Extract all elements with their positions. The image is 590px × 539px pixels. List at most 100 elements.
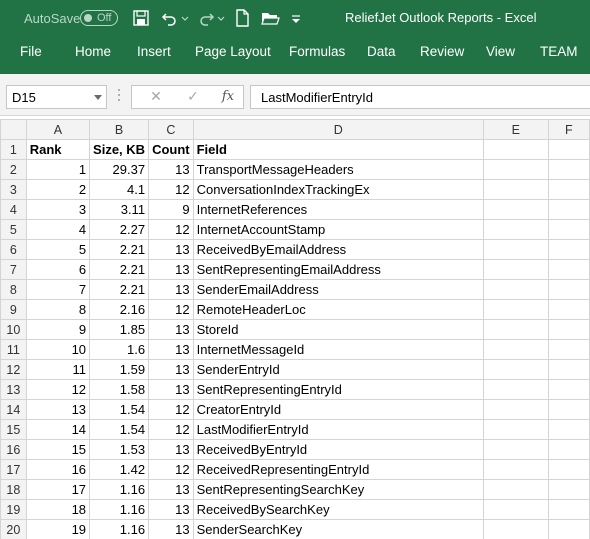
cell-count[interactable]: 13 [148, 519, 194, 539]
cell-empty[interactable] [482, 439, 549, 460]
cell-empty[interactable] [547, 359, 590, 380]
row-header[interactable]: 14 [0, 399, 27, 420]
row-header[interactable]: 7 [0, 259, 27, 280]
cell-empty[interactable] [482, 279, 549, 300]
cell-field[interactable]: ReceivedRepresentingEntryId [192, 459, 484, 480]
cell-size-kb[interactable]: 2.21 [89, 259, 150, 280]
column-header-f[interactable]: F [547, 119, 590, 140]
cell-field[interactable]: TransportMessageHeaders [192, 159, 484, 180]
cell-empty[interactable] [547, 439, 590, 460]
cell-field[interactable]: SentRepresentingEmailAddress [192, 259, 484, 280]
cell-rank[interactable]: 3 [25, 199, 91, 220]
row-header[interactable]: 10 [0, 319, 27, 340]
open-folder-icon[interactable] [260, 8, 280, 28]
cell-empty[interactable] [482, 479, 549, 500]
cell-count[interactable]: 12 [148, 299, 194, 320]
row-header[interactable]: 1 [0, 139, 27, 160]
cell-rank[interactable]: 12 [25, 379, 91, 400]
cell-empty[interactable] [482, 419, 549, 440]
cell-rank[interactable]: 19 [25, 519, 91, 539]
cell-empty[interactable] [547, 279, 590, 300]
cell-field[interactable]: ReceivedBySearchKey [192, 499, 484, 520]
cell-empty[interactable] [547, 339, 590, 360]
cell-size-kb[interactable]: 1.59 [89, 359, 150, 380]
row-header[interactable]: 8 [0, 279, 27, 300]
cell-rank[interactable]: 17 [25, 479, 91, 500]
cell-size-kb[interactable]: 1.16 [89, 519, 150, 539]
cell-rank[interactable]: 7 [25, 279, 91, 300]
splitter-handle[interactable] [118, 89, 121, 104]
row-header[interactable]: 18 [0, 479, 27, 500]
cell-count[interactable]: 9 [148, 199, 194, 220]
cell-field[interactable]: SenderEntryId [192, 359, 484, 380]
cell-rank[interactable]: 16 [25, 459, 91, 480]
cell-empty[interactable] [482, 339, 549, 360]
cell-count[interactable]: 13 [148, 479, 194, 500]
row-header[interactable]: 19 [0, 499, 27, 520]
tab-formulas[interactable]: Formulas [289, 44, 345, 59]
redo-icon[interactable] [196, 8, 216, 28]
cell-empty[interactable] [547, 499, 590, 520]
cell-size-kb[interactable]: 1.42 [89, 459, 150, 480]
cell-count[interactable]: 13 [148, 159, 194, 180]
cell-field[interactable]: ConversationIndexTrackingEx [192, 179, 484, 200]
cell-count[interactable]: 13 [148, 319, 194, 340]
cell-empty[interactable] [547, 299, 590, 320]
cell-rank[interactable]: 9 [25, 319, 91, 340]
cell-size-kb[interactable]: 2.21 [89, 279, 150, 300]
row-header[interactable]: 2 [0, 159, 27, 180]
cell-size-kb[interactable]: 1.58 [89, 379, 150, 400]
insert-function-icon[interactable]: fx [216, 89, 240, 107]
cell-empty[interactable] [482, 519, 549, 539]
cancel-icon[interactable]: ✕ [144, 88, 168, 106]
cell-empty[interactable] [482, 399, 549, 420]
row-header[interactable]: 16 [0, 439, 27, 460]
cell-rank[interactable]: 8 [25, 299, 91, 320]
tab-page-layout[interactable]: Page Layout [195, 44, 271, 59]
tab-review[interactable]: Review [420, 44, 464, 59]
enter-icon[interactable]: ✓ [181, 88, 205, 106]
chevron-down-icon[interactable] [94, 95, 102, 100]
row-header[interactable]: 11 [0, 339, 27, 360]
row-header[interactable]: 20 [0, 519, 27, 539]
cell-field[interactable]: InternetAccountStamp [192, 219, 484, 240]
column-header-c[interactable]: C [148, 119, 194, 140]
cell-count[interactable]: 13 [148, 499, 194, 520]
cell-size-kb[interactable]: 4.1 [89, 179, 150, 200]
cell-field[interactable]: CreatorEntryId [192, 399, 484, 420]
cell-empty[interactable] [482, 139, 549, 160]
cell-rank[interactable]: 2 [25, 179, 91, 200]
formula-input[interactable]: LastModifierEntryId [250, 85, 590, 109]
cell-size-kb[interactable]: 2.27 [89, 219, 150, 240]
cell-rank[interactable]: 14 [25, 419, 91, 440]
autosave-toggle[interactable]: Off [80, 10, 118, 26]
undo-dropdown-icon[interactable] [180, 8, 190, 28]
row-header[interactable]: 17 [0, 459, 27, 480]
cell-empty[interactable] [547, 479, 590, 500]
cell-size-kb[interactable]: 1.54 [89, 399, 150, 420]
name-box[interactable]: D15 [6, 85, 107, 109]
cell-size-kb[interactable]: 1.53 [89, 439, 150, 460]
row-header[interactable]: 6 [0, 239, 27, 260]
cell-rank[interactable]: 6 [25, 259, 91, 280]
cell-field[interactable]: SentRepresentingSearchKey [192, 479, 484, 500]
cell-header-count[interactable]: Count [148, 139, 194, 160]
undo-icon[interactable] [160, 8, 180, 28]
cell-header-rank[interactable]: Rank [25, 139, 91, 160]
cell-empty[interactable] [547, 199, 590, 220]
cell-count[interactable]: 12 [148, 399, 194, 420]
cell-count[interactable]: 13 [148, 279, 194, 300]
column-header-d[interactable]: D [192, 119, 484, 140]
cell-field[interactable]: ReceivedByEntryId [192, 439, 484, 460]
column-header-e[interactable]: E [482, 119, 549, 140]
cell-empty[interactable] [547, 159, 590, 180]
cell-empty[interactable] [482, 459, 549, 480]
cell-size-kb[interactable]: 1.6 [89, 339, 150, 360]
cell-empty[interactable] [547, 319, 590, 340]
cell-size-kb[interactable]: 1.54 [89, 419, 150, 440]
cell-empty[interactable] [547, 259, 590, 280]
column-header-a[interactable]: A [25, 119, 91, 140]
cell-size-kb[interactable]: 1.16 [89, 499, 150, 520]
cell-empty[interactable] [547, 219, 590, 240]
cell-rank[interactable]: 18 [25, 499, 91, 520]
